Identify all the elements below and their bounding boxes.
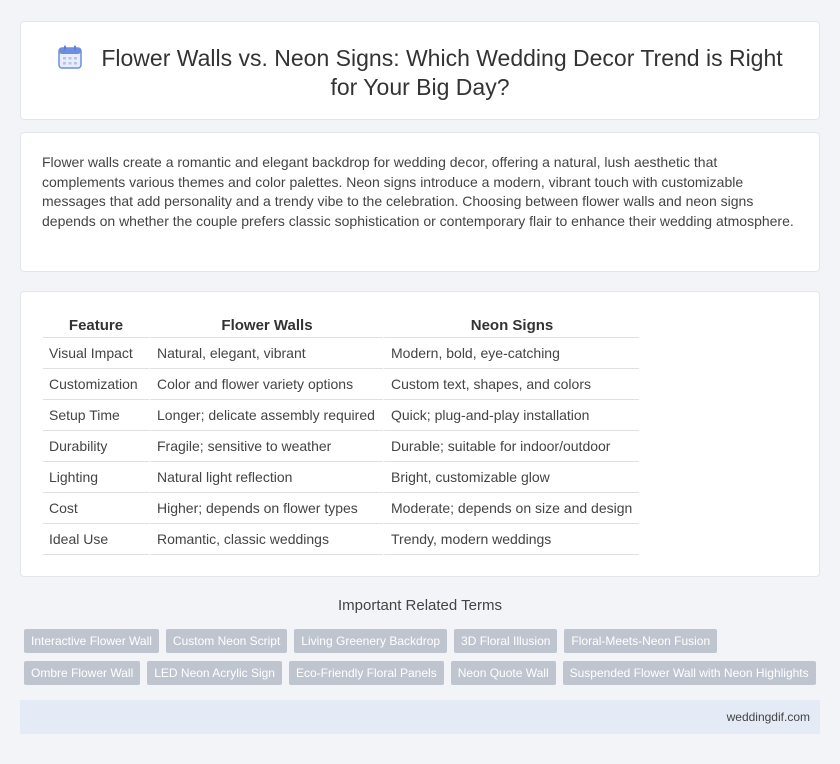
flower-walls-cell: Natural light reflection xyxy=(149,462,383,493)
neon-signs-cell: Bright, customizable glow xyxy=(383,462,639,493)
neon-signs-cell: Durable; suitable for indoor/outdoor xyxy=(383,431,639,462)
related-terms-tags: Interactive Flower Wall Custom Neon Scri… xyxy=(24,629,824,693)
comparison-card: Feature Flower Walls Neon Signs Visual I… xyxy=(20,291,820,577)
tag-custom-neon-script[interactable]: Custom Neon Script xyxy=(165,629,288,653)
flower-walls-cell: Longer; delicate assembly required xyxy=(149,400,383,431)
neon-signs-cell: Quick; plug-and-play installation xyxy=(383,400,639,431)
neon-signs-cell: Modern, bold, eye-catching xyxy=(383,338,639,369)
tag-row-2: Ombre Flower Wall LED Neon Acrylic Sign … xyxy=(24,661,824,685)
tag-floral-meets-neon-fusion[interactable]: Floral-Meets-Neon Fusion xyxy=(564,629,718,653)
intro-card: Flower walls create a romantic and elega… xyxy=(20,132,820,272)
flower-walls-cell: Natural, elegant, vibrant xyxy=(149,338,383,369)
tag-3d-floral-illusion[interactable]: 3D Floral Illusion xyxy=(454,629,558,653)
neon-signs-cell: Custom text, shapes, and colors xyxy=(383,369,639,400)
table-header-row: Feature Flower Walls Neon Signs xyxy=(43,314,639,338)
page-title: Flower Walls vs. Neon Signs: Which Weddi… xyxy=(21,44,819,102)
feature-cell: Ideal Use xyxy=(43,524,149,555)
neon-signs-cell: Moderate; depends on size and design xyxy=(383,493,639,524)
table-row: Durability Fragile; sensitive to weather… xyxy=(43,431,639,462)
table-row: Customization Color and flower variety o… xyxy=(43,369,639,400)
feature-cell: Cost xyxy=(43,493,149,524)
tag-suspended-flower-wall[interactable]: Suspended Flower Wall with Neon Highligh… xyxy=(562,661,816,685)
flower-walls-cell: Color and flower variety options xyxy=(149,369,383,400)
tag-led-neon-acrylic-sign[interactable]: LED Neon Acrylic Sign xyxy=(147,661,282,685)
calendar-icon xyxy=(58,45,83,69)
header-flower-walls: Flower Walls xyxy=(149,314,383,338)
tag-living-greenery-backdrop[interactable]: Living Greenery Backdrop xyxy=(294,629,448,653)
feature-cell: Visual Impact xyxy=(43,338,149,369)
tag-ombre-flower-wall[interactable]: Ombre Flower Wall xyxy=(24,661,141,685)
tag-neon-quote-wall[interactable]: Neon Quote Wall xyxy=(450,661,556,685)
feature-cell: Setup Time xyxy=(43,400,149,431)
table-row: Lighting Natural light reflection Bright… xyxy=(43,462,639,493)
footer: weddingdif.com xyxy=(20,700,820,734)
header-feature: Feature xyxy=(43,314,149,338)
flower-walls-cell: Higher; depends on flower types xyxy=(149,493,383,524)
title-line-1: Flower Walls vs. Neon Signs: Which Weddi… xyxy=(101,45,783,71)
flower-walls-cell: Romantic, classic weddings xyxy=(149,524,383,555)
tag-interactive-flower-wall[interactable]: Interactive Flower Wall xyxy=(24,629,159,653)
table-row: Ideal Use Romantic, classic weddings Tre… xyxy=(43,524,639,555)
neon-signs-cell: Trendy, modern weddings xyxy=(383,524,639,555)
feature-cell: Lighting xyxy=(43,462,149,493)
table-row: Setup Time Longer; delicate assembly req… xyxy=(43,400,639,431)
related-terms-heading: Important Related Terms xyxy=(338,597,502,614)
header-neon-signs: Neon Signs xyxy=(383,314,639,338)
table-row: Cost Higher; depends on flower types Mod… xyxy=(43,493,639,524)
intro-paragraph: Flower walls create a romantic and elega… xyxy=(42,154,794,229)
title-card: Flower Walls vs. Neon Signs: Which Weddi… xyxy=(20,21,820,120)
tag-eco-friendly-floral-panels[interactable]: Eco-Friendly Floral Panels xyxy=(288,661,444,685)
feature-cell: Customization xyxy=(43,369,149,400)
feature-cell: Durability xyxy=(43,431,149,462)
tag-row-1: Interactive Flower Wall Custom Neon Scri… xyxy=(24,629,824,653)
table-row: Visual Impact Natural, elegant, vibrant … xyxy=(43,338,639,369)
title-line-2: for Your Big Day? xyxy=(330,74,510,100)
footer-site-link[interactable]: weddingdif.com xyxy=(727,710,810,724)
comparison-table: Feature Flower Walls Neon Signs Visual I… xyxy=(43,314,639,555)
flower-walls-cell: Fragile; sensitive to weather xyxy=(149,431,383,462)
